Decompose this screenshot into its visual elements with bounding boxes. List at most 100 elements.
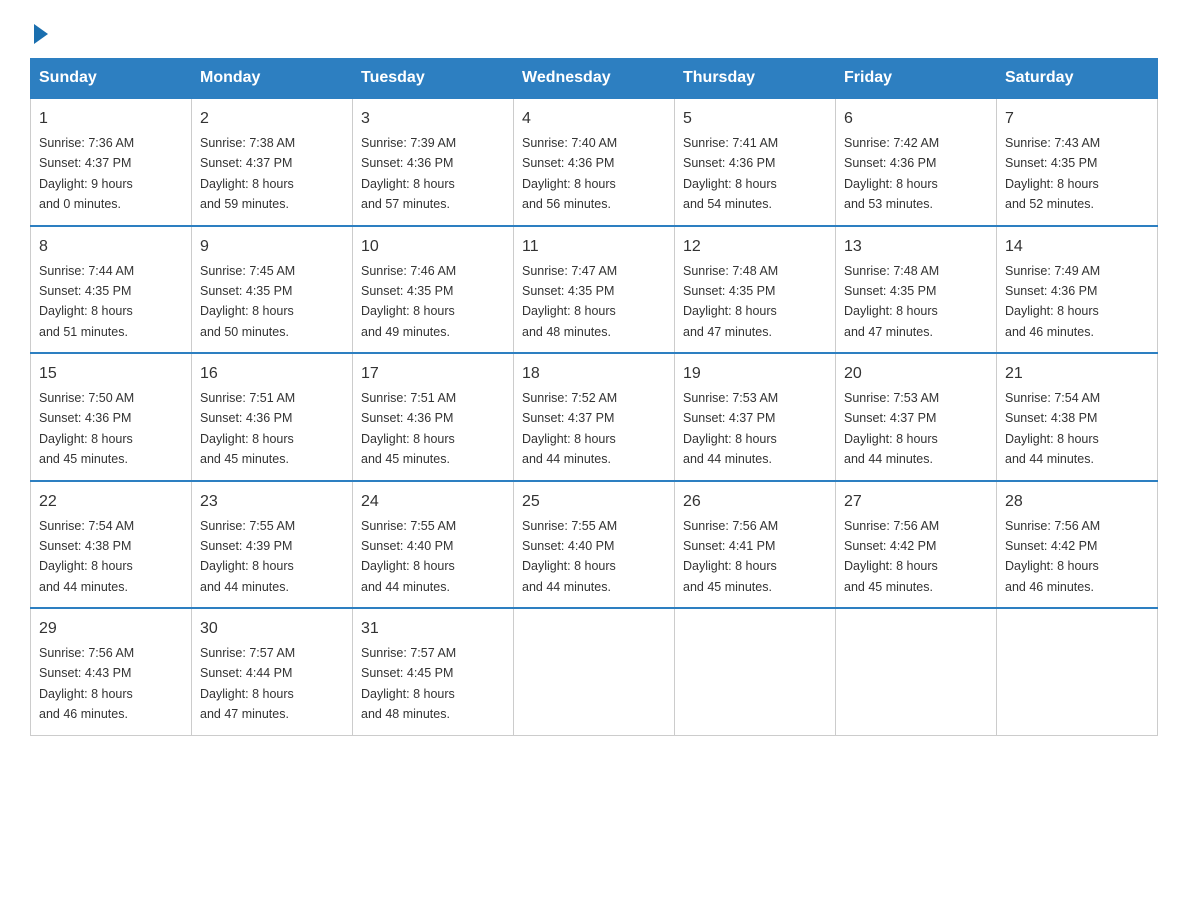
day-cell: 25 Sunrise: 7:55 AMSunset: 4:40 PMDaylig… [514,481,675,609]
day-info: Sunrise: 7:52 AMSunset: 4:37 PMDaylight:… [522,391,617,466]
header-cell-friday: Friday [836,59,997,99]
day-number: 7 [1005,107,1149,131]
day-cell: 4 Sunrise: 7:40 AMSunset: 4:36 PMDayligh… [514,98,675,226]
day-number: 24 [361,490,505,514]
week-row-3: 15 Sunrise: 7:50 AMSunset: 4:36 PMDaylig… [31,353,1158,481]
day-number: 9 [200,235,344,259]
day-number: 15 [39,362,183,386]
day-info: Sunrise: 7:36 AMSunset: 4:37 PMDaylight:… [39,136,134,211]
day-cell: 28 Sunrise: 7:56 AMSunset: 4:42 PMDaylig… [997,481,1158,609]
week-row-1: 1 Sunrise: 7:36 AMSunset: 4:37 PMDayligh… [31,98,1158,226]
day-cell: 17 Sunrise: 7:51 AMSunset: 4:36 PMDaylig… [353,353,514,481]
day-info: Sunrise: 7:47 AMSunset: 4:35 PMDaylight:… [522,264,617,339]
header-cell-thursday: Thursday [675,59,836,99]
day-number: 14 [1005,235,1149,259]
header-cell-monday: Monday [192,59,353,99]
day-number: 27 [844,490,988,514]
header-cell-tuesday: Tuesday [353,59,514,99]
calendar-body: 1 Sunrise: 7:36 AMSunset: 4:37 PMDayligh… [31,98,1158,735]
header-cell-sunday: Sunday [31,59,192,99]
day-number: 21 [1005,362,1149,386]
day-cell: 3 Sunrise: 7:39 AMSunset: 4:36 PMDayligh… [353,98,514,226]
day-cell: 23 Sunrise: 7:55 AMSunset: 4:39 PMDaylig… [192,481,353,609]
day-number: 8 [39,235,183,259]
day-number: 20 [844,362,988,386]
day-number: 10 [361,235,505,259]
day-number: 5 [683,107,827,131]
day-info: Sunrise: 7:51 AMSunset: 4:36 PMDaylight:… [361,391,456,466]
day-number: 17 [361,362,505,386]
day-number: 30 [200,617,344,641]
day-number: 6 [844,107,988,131]
day-number: 25 [522,490,666,514]
day-info: Sunrise: 7:42 AMSunset: 4:36 PMDaylight:… [844,136,939,211]
day-number: 4 [522,107,666,131]
day-cell: 12 Sunrise: 7:48 AMSunset: 4:35 PMDaylig… [675,226,836,354]
day-info: Sunrise: 7:40 AMSunset: 4:36 PMDaylight:… [522,136,617,211]
day-cell: 11 Sunrise: 7:47 AMSunset: 4:35 PMDaylig… [514,226,675,354]
day-cell: 24 Sunrise: 7:55 AMSunset: 4:40 PMDaylig… [353,481,514,609]
day-number: 26 [683,490,827,514]
day-cell: 6 Sunrise: 7:42 AMSunset: 4:36 PMDayligh… [836,98,997,226]
header-row: SundayMondayTuesdayWednesdayThursdayFrid… [31,59,1158,99]
day-info: Sunrise: 7:56 AMSunset: 4:42 PMDaylight:… [1005,519,1100,594]
logo-arrow-icon [34,24,48,44]
day-cell [514,608,675,735]
day-cell: 18 Sunrise: 7:52 AMSunset: 4:37 PMDaylig… [514,353,675,481]
day-info: Sunrise: 7:54 AMSunset: 4:38 PMDaylight:… [1005,391,1100,466]
day-cell: 7 Sunrise: 7:43 AMSunset: 4:35 PMDayligh… [997,98,1158,226]
header-cell-saturday: Saturday [997,59,1158,99]
day-number: 3 [361,107,505,131]
day-info: Sunrise: 7:50 AMSunset: 4:36 PMDaylight:… [39,391,134,466]
day-number: 1 [39,107,183,131]
day-info: Sunrise: 7:48 AMSunset: 4:35 PMDaylight:… [683,264,778,339]
page-header [30,20,1158,40]
day-info: Sunrise: 7:48 AMSunset: 4:35 PMDaylight:… [844,264,939,339]
week-row-2: 8 Sunrise: 7:44 AMSunset: 4:35 PMDayligh… [31,226,1158,354]
day-number: 12 [683,235,827,259]
day-cell: 26 Sunrise: 7:56 AMSunset: 4:41 PMDaylig… [675,481,836,609]
day-cell: 10 Sunrise: 7:46 AMSunset: 4:35 PMDaylig… [353,226,514,354]
day-cell [997,608,1158,735]
day-cell: 20 Sunrise: 7:53 AMSunset: 4:37 PMDaylig… [836,353,997,481]
day-cell: 22 Sunrise: 7:54 AMSunset: 4:38 PMDaylig… [31,481,192,609]
header-cell-wednesday: Wednesday [514,59,675,99]
day-info: Sunrise: 7:49 AMSunset: 4:36 PMDaylight:… [1005,264,1100,339]
day-number: 13 [844,235,988,259]
day-cell: 16 Sunrise: 7:51 AMSunset: 4:36 PMDaylig… [192,353,353,481]
day-cell: 21 Sunrise: 7:54 AMSunset: 4:38 PMDaylig… [997,353,1158,481]
day-info: Sunrise: 7:53 AMSunset: 4:37 PMDaylight:… [844,391,939,466]
day-cell: 5 Sunrise: 7:41 AMSunset: 4:36 PMDayligh… [675,98,836,226]
day-info: Sunrise: 7:56 AMSunset: 4:43 PMDaylight:… [39,646,134,721]
day-cell: 14 Sunrise: 7:49 AMSunset: 4:36 PMDaylig… [997,226,1158,354]
day-cell: 15 Sunrise: 7:50 AMSunset: 4:36 PMDaylig… [31,353,192,481]
day-number: 29 [39,617,183,641]
day-info: Sunrise: 7:57 AMSunset: 4:45 PMDaylight:… [361,646,456,721]
day-cell: 8 Sunrise: 7:44 AMSunset: 4:35 PMDayligh… [31,226,192,354]
calendar-table: SundayMondayTuesdayWednesdayThursdayFrid… [30,58,1158,736]
day-cell: 9 Sunrise: 7:45 AMSunset: 4:35 PMDayligh… [192,226,353,354]
day-info: Sunrise: 7:57 AMSunset: 4:44 PMDaylight:… [200,646,295,721]
day-number: 28 [1005,490,1149,514]
day-cell [675,608,836,735]
day-number: 23 [200,490,344,514]
day-info: Sunrise: 7:54 AMSunset: 4:38 PMDaylight:… [39,519,134,594]
day-number: 19 [683,362,827,386]
day-cell: 31 Sunrise: 7:57 AMSunset: 4:45 PMDaylig… [353,608,514,735]
day-number: 2 [200,107,344,131]
day-info: Sunrise: 7:41 AMSunset: 4:36 PMDaylight:… [683,136,778,211]
day-number: 16 [200,362,344,386]
day-info: Sunrise: 7:55 AMSunset: 4:39 PMDaylight:… [200,519,295,594]
day-cell: 1 Sunrise: 7:36 AMSunset: 4:37 PMDayligh… [31,98,192,226]
day-info: Sunrise: 7:44 AMSunset: 4:35 PMDaylight:… [39,264,134,339]
day-number: 22 [39,490,183,514]
day-cell [836,608,997,735]
day-info: Sunrise: 7:53 AMSunset: 4:37 PMDaylight:… [683,391,778,466]
day-info: Sunrise: 7:39 AMSunset: 4:36 PMDaylight:… [361,136,456,211]
day-info: Sunrise: 7:38 AMSunset: 4:37 PMDaylight:… [200,136,295,211]
day-info: Sunrise: 7:45 AMSunset: 4:35 PMDaylight:… [200,264,295,339]
day-number: 11 [522,235,666,259]
day-cell: 13 Sunrise: 7:48 AMSunset: 4:35 PMDaylig… [836,226,997,354]
day-number: 18 [522,362,666,386]
day-cell: 2 Sunrise: 7:38 AMSunset: 4:37 PMDayligh… [192,98,353,226]
